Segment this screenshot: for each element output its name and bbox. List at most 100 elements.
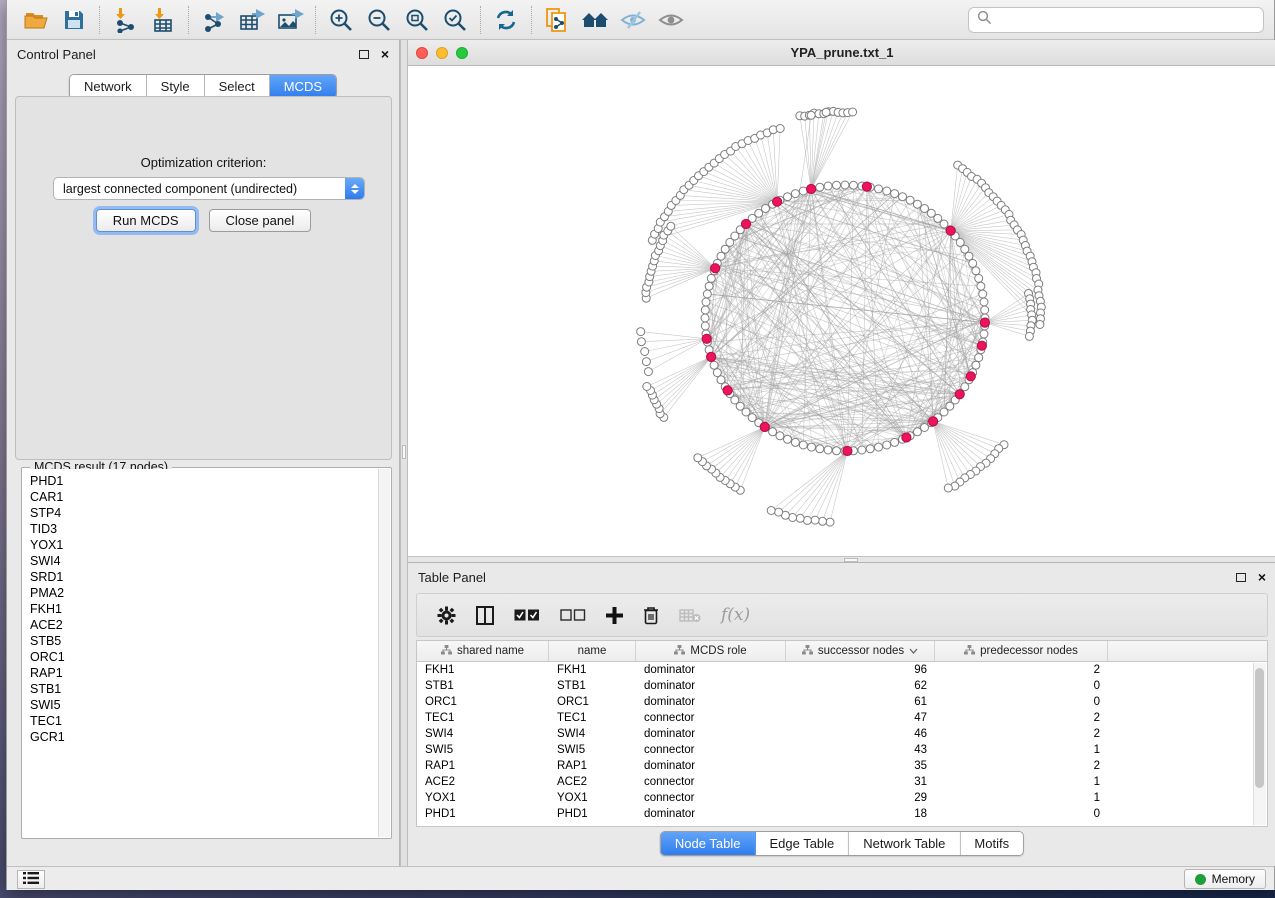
- table-cell[interactable]: 1: [935, 774, 1108, 790]
- mcds-result-item[interactable]: PHD1: [23, 473, 378, 489]
- graph-hub-node[interactable]: [929, 417, 938, 426]
- graph-node[interactable]: [822, 108, 830, 116]
- graph-node[interactable]: [850, 181, 858, 189]
- mcds-result-item[interactable]: STB5: [23, 633, 378, 649]
- column-header-predecessor-nodes[interactable]: predecessor nodes: [935, 641, 1108, 661]
- tab-select[interactable]: Select: [205, 75, 270, 98]
- zoom-selected-button[interactable]: [436, 3, 474, 37]
- open-file-button[interactable]: [17, 3, 55, 37]
- mcds-result-item[interactable]: GCR1: [23, 729, 378, 745]
- tab-network-table[interactable]: Network Table: [849, 832, 960, 855]
- graph-node[interactable]: [972, 267, 980, 275]
- table-row[interactable]: ORC1ORC1dominator610: [417, 694, 1267, 710]
- table-cell[interactable]: FKH1: [549, 662, 636, 678]
- graph-node[interactable]: [642, 358, 650, 366]
- mcds-result-item[interactable]: YOX1: [23, 537, 378, 553]
- graph-node[interactable]: [975, 354, 983, 362]
- show-hidden-button[interactable]: [652, 3, 690, 37]
- table-cell[interactable]: dominator: [636, 806, 786, 822]
- table-cell[interactable]: dominator: [636, 678, 786, 694]
- mcds-result-item[interactable]: TEC1: [23, 713, 378, 729]
- table-cell[interactable]: ACE2: [417, 774, 549, 790]
- graph-hub-node[interactable]: [955, 390, 964, 399]
- graph-node[interactable]: [762, 205, 770, 213]
- graph-node[interactable]: [1025, 332, 1033, 340]
- graph-node[interactable]: [972, 361, 980, 369]
- duplicate-network-button[interactable]: [538, 3, 576, 37]
- graph-node[interactable]: [980, 298, 988, 306]
- graph-node[interactable]: [769, 428, 777, 436]
- graph-node[interactable]: [637, 338, 645, 346]
- mcds-result-item[interactable]: FKH1: [23, 601, 378, 617]
- graph-node[interactable]: [807, 111, 815, 119]
- table-cell[interactable]: 1: [935, 742, 1108, 758]
- table-cell[interactable]: 96: [786, 662, 935, 678]
- graph-node[interactable]: [980, 330, 988, 338]
- graph-node[interactable]: [776, 125, 784, 133]
- mcds-result-item[interactable]: RAP1: [23, 665, 378, 681]
- graph-hub-node[interactable]: [711, 264, 720, 273]
- column-header-name[interactable]: name: [549, 641, 636, 661]
- criterion-dropdown[interactable]: largest connected component (undirected): [53, 177, 365, 200]
- mcds-result-item[interactable]: ACE2: [23, 617, 378, 633]
- table-cell[interactable]: 2: [935, 726, 1108, 742]
- table-cell[interactable]: 61: [786, 694, 935, 710]
- memory-button[interactable]: Memory: [1184, 869, 1266, 889]
- graph-node[interactable]: [775, 508, 783, 516]
- graph-hub-node[interactable]: [902, 433, 911, 442]
- graph-node[interactable]: [811, 516, 819, 524]
- graph-node[interactable]: [891, 190, 899, 198]
- graph-hub-node[interactable]: [977, 341, 986, 350]
- graph-node[interactable]: [1036, 321, 1044, 329]
- graph-node[interactable]: [641, 348, 649, 356]
- float-table-panel-icon[interactable]: [1236, 573, 1246, 582]
- graph-node[interactable]: [975, 274, 983, 282]
- mcds-result-item[interactable]: SRD1: [23, 569, 378, 585]
- export-image-button[interactable]: [271, 3, 309, 37]
- search-input[interactable]: [998, 13, 1255, 27]
- table-cell[interactable]: 29: [786, 790, 935, 806]
- graph-node[interactable]: [981, 306, 989, 314]
- graph-hub-node[interactable]: [946, 226, 955, 235]
- graph-node[interactable]: [791, 438, 799, 446]
- table-cell[interactable]: 2: [935, 758, 1108, 774]
- graph-node[interactable]: [824, 446, 832, 454]
- table-cell[interactable]: 43: [786, 742, 935, 758]
- graph-node[interactable]: [891, 438, 899, 446]
- network-canvas[interactable]: [408, 66, 1275, 556]
- graph-node[interactable]: [667, 222, 675, 230]
- table-cell[interactable]: 2: [935, 662, 1108, 678]
- table-cell[interactable]: 0: [935, 678, 1108, 694]
- graph-node[interactable]: [913, 200, 921, 208]
- graph-node[interactable]: [921, 424, 929, 432]
- graph-node[interactable]: [701, 322, 709, 330]
- table-row[interactable]: SWI4SWI4dominator462: [417, 726, 1267, 742]
- table-cell[interactable]: connector: [636, 742, 786, 758]
- graph-hub-node[interactable]: [843, 446, 852, 455]
- vertical-splitter[interactable]: [400, 40, 408, 866]
- graph-node[interactable]: [866, 445, 874, 453]
- graph-node[interactable]: [701, 314, 709, 322]
- table-cell[interactable]: 35: [786, 758, 935, 774]
- graph-node[interactable]: [784, 435, 792, 443]
- table-cell[interactable]: ACE2: [549, 774, 636, 790]
- table-cell[interactable]: 0: [935, 694, 1108, 710]
- graph-hub-node[interactable]: [760, 422, 769, 431]
- mcds-result-list[interactable]: PHD1CAR1STP4TID3YOX1SWI4SRD1PMA2FKH1ACE2…: [23, 469, 378, 837]
- tab-network[interactable]: Network: [70, 75, 147, 98]
- mcds-list-scrollbar[interactable]: [378, 469, 390, 837]
- tab-mcds[interactable]: MCDS: [270, 75, 336, 98]
- graph-node[interactable]: [849, 108, 857, 116]
- graph-node[interactable]: [875, 443, 883, 451]
- tab-style[interactable]: Style: [147, 75, 205, 98]
- graph-node[interactable]: [979, 290, 987, 298]
- graph-node[interactable]: [816, 183, 824, 191]
- close-panel-icon[interactable]: ×: [381, 47, 389, 61]
- graph-node[interactable]: [944, 484, 952, 492]
- graph-node[interactable]: [705, 282, 713, 290]
- graph-hub-node[interactable]: [723, 386, 732, 395]
- gear-icon[interactable]: [437, 606, 456, 625]
- graph-node[interactable]: [796, 514, 804, 522]
- table-cell[interactable]: connector: [636, 774, 786, 790]
- graph-node[interactable]: [833, 447, 841, 455]
